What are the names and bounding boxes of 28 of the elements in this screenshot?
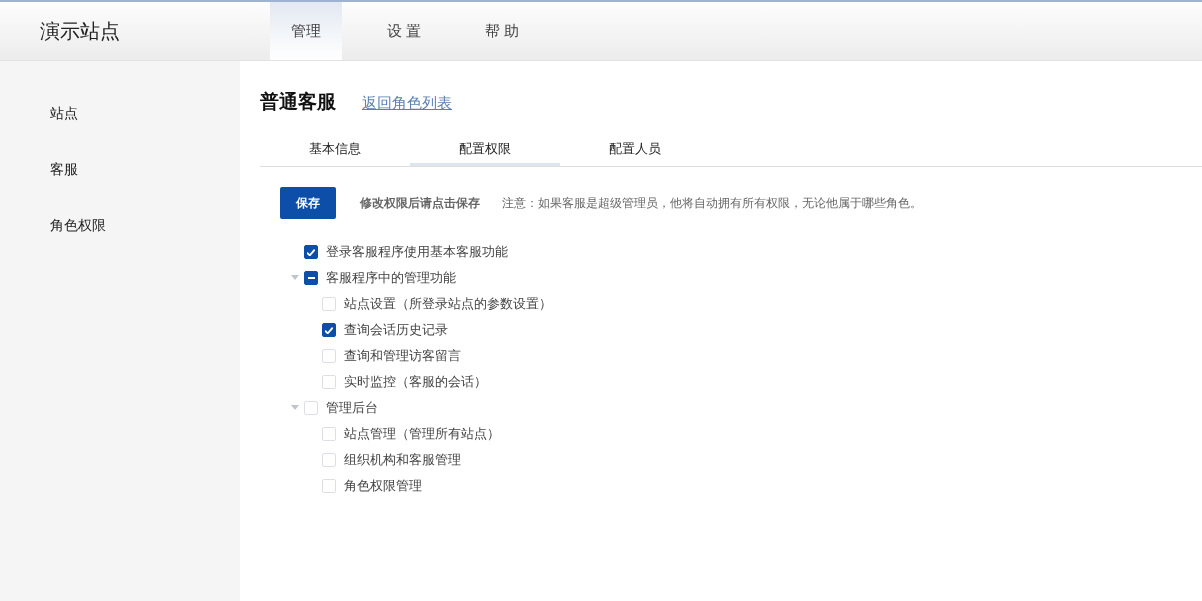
tab[interactable]: 基本信息: [260, 135, 410, 166]
permission-label: 实时监控（客服的会话）: [344, 373, 487, 391]
permission-label: 客服程序中的管理功能: [326, 269, 456, 287]
permission-label: 管理后台: [326, 399, 378, 417]
tab[interactable]: 配置人员: [560, 135, 710, 166]
page-title: 普通客服: [260, 89, 336, 114]
save-hint: 修改权限后请点击保存: [360, 194, 480, 212]
sidebar-item[interactable]: 站点: [0, 105, 240, 161]
permission-label: 组织机构和客服管理: [344, 451, 461, 469]
notice-text: 注意：如果客服是超级管理员，他将自动拥有所有权限，无论他属于哪些角色。: [502, 194, 922, 212]
save-button[interactable]: 保存: [280, 187, 336, 219]
site-name: 演示站点: [39, 17, 121, 45]
permission-label: 站点管理（管理所有站点）: [344, 425, 500, 443]
nav-tab[interactable]: 管理: [270, 2, 342, 60]
back-link[interactable]: 返回角色列表: [362, 94, 452, 113]
permission-label: 角色权限管理: [344, 477, 422, 495]
permission-label: 查询会话历史记录: [344, 321, 448, 339]
nav-tab[interactable]: 设 置: [368, 2, 440, 60]
sidebar-item[interactable]: 客服: [0, 161, 240, 217]
sidebar-item[interactable]: 角色权限: [0, 217, 240, 273]
caret-icon[interactable]: [291, 275, 299, 281]
checkbox[interactable]: [304, 271, 318, 285]
caret-icon[interactable]: [291, 405, 299, 411]
tab[interactable]: 配置权限: [410, 135, 560, 166]
permission-label: 站点设置（所登录站点的参数设置）: [344, 295, 552, 313]
permission-label: 查询和管理访客留言: [344, 347, 461, 365]
permission-label: 登录客服程序使用基本客服功能: [326, 243, 508, 261]
nav-tab[interactable]: 帮 助: [466, 2, 538, 60]
